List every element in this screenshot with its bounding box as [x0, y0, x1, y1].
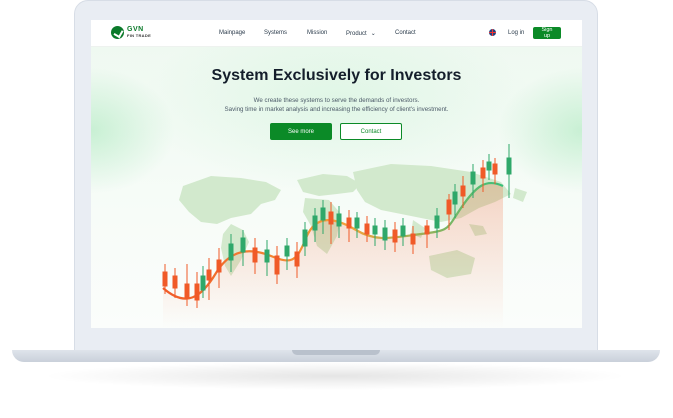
nav-item-product[interactable]: Product ⌄	[346, 30, 376, 37]
logo[interactable]: GVN FIN TRADE	[111, 26, 151, 39]
nav-item-mission[interactable]: Mission	[307, 30, 327, 36]
logo-tagline: FIN TRADE	[127, 32, 152, 38]
logo-mark-icon	[111, 26, 124, 39]
nav-item-product-label: Product	[346, 30, 367, 37]
hero-title: System Exclusively for Investors	[211, 67, 462, 84]
signup-button[interactable]: Sign up	[533, 27, 561, 39]
top-navbar: GVN FIN TRADE Mainpage Systems Mission P…	[91, 20, 582, 47]
chevron-down-icon: ⌄	[370, 30, 376, 37]
nav-item-mainpage[interactable]: Mainpage	[219, 30, 245, 36]
laptop-screen: GVN FIN TRADE Mainpage Systems Mission P…	[91, 20, 582, 328]
uk-flag-icon[interactable]	[489, 29, 496, 36]
hero-subtitle-line1: We create these systems to serve the dem…	[253, 97, 420, 104]
login-link[interactable]: Log in	[508, 30, 524, 36]
logo-text: GVN FIN TRADE	[127, 26, 152, 39]
hero-subtitle-line2: Saving time in market analysis and incre…	[224, 106, 449, 113]
nav-item-contact[interactable]: Contact	[395, 30, 416, 36]
laptop-shadow	[40, 362, 630, 390]
laptop-notch	[292, 350, 380, 355]
candlestick-world-map-illustration	[162, 144, 527, 328]
nav-item-systems[interactable]: Systems	[264, 30, 287, 36]
